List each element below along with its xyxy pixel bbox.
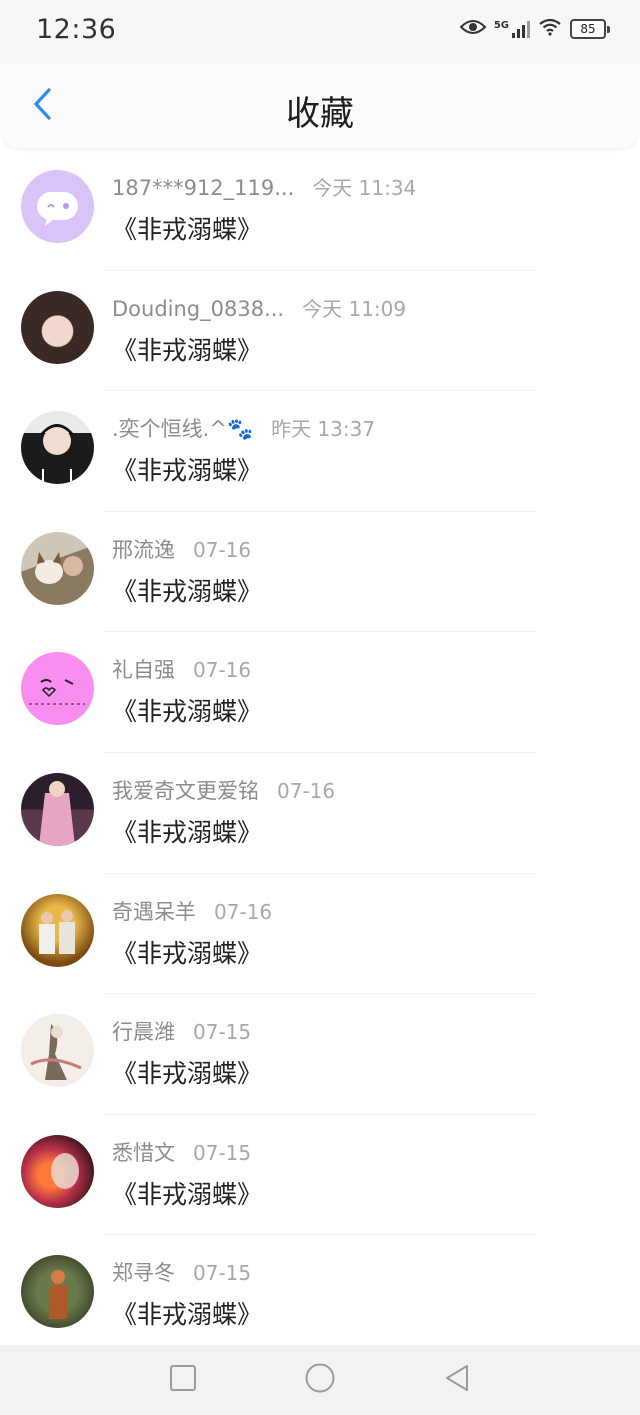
wifi-icon [538,18,562,40]
user-name[interactable]: 我爱奇文更爱铭 [112,775,259,805]
book-title[interactable]: 《非戎溺蝶》 [112,692,262,728]
user-name[interactable]: 悉惜文 [112,1137,175,1167]
user-name[interactable]: .奕个恒线.^🐾 [112,413,253,443]
user-photo-avatar[interactable] [21,893,94,967]
user-photo-avatar[interactable] [21,1014,94,1088]
home-button[interactable] [303,1363,337,1397]
recents-button[interactable] [166,1363,200,1397]
user-photo-avatar[interactable] [21,531,94,605]
system-nav-bar [0,1345,640,1415]
user-name[interactable]: 郑寻冬 [112,1257,175,1287]
item-meta: 礼自强 07-16 [112,654,251,684]
status-bar: 12:36 5G 85 [0,0,640,64]
user-photo-avatar[interactable] [21,1134,94,1208]
item-meta: 我爱奇文更爱铭 07-16 [112,775,335,805]
item-meta: 行晨潍 07-15 [112,1016,251,1046]
item-meta: 187***912_119... 今天 11:34 [112,172,416,201]
list-item[interactable]: 行晨潍 07-15 《非戎溺蝶》 [0,994,640,1115]
item-meta: 郑寻冬 07-15 [112,1257,251,1287]
user-photo-avatar[interactable] [21,290,94,364]
timestamp: 07-15 [193,1261,252,1286]
user-name[interactable]: 奇遇呆羊 [112,896,196,926]
list-item[interactable]: Douding_0838... 今天 11:09 《非戎溺蝶》 [0,271,640,392]
list-item[interactable]: .奕个恒线.^🐾 昨天 13:37 《非戎溺蝶》 [0,391,640,512]
timestamp: 07-16 [214,899,273,924]
book-title[interactable]: 《非戎溺蝶》 [112,1295,262,1331]
list-item[interactable]: 187***912_119... 今天 11:34 《非戎溺蝶》 [0,150,640,271]
timestamp: 今天 11:34 [312,176,417,200]
user-name[interactable]: 礼自强 [112,654,175,684]
circle-home-icon [304,1362,336,1398]
list-item[interactable]: 邢流逸 07-16 《非戎溺蝶》 [0,512,640,633]
book-title[interactable]: 《非戎溺蝶》 [112,1054,262,1090]
user-photo-avatar[interactable] [21,1255,94,1329]
book-title[interactable]: 《非戎溺蝶》 [112,210,262,246]
list-item[interactable]: 奇遇呆羊 07-16 《非戎溺蝶》 [0,874,640,995]
pink-sticker-avatar[interactable] [21,652,94,726]
timestamp: 07-16 [193,537,252,562]
item-meta: .奕个恒线.^🐾 昨天 13:37 [112,413,375,443]
item-meta: 邢流逸 07-16 [112,534,251,564]
triangle-back-icon [443,1363,471,1397]
user-name[interactable]: Douding_0838... [112,297,284,321]
book-title[interactable]: 《非戎溺蝶》 [112,934,262,970]
book-title[interactable]: 《非戎溺蝶》 [112,813,262,849]
item-meta: Douding_0838... 今天 11:09 [112,293,406,322]
user-name[interactable]: 邢流逸 [112,534,175,564]
timestamp: 07-15 [193,1020,252,1045]
timestamp: 昨天 13:37 [271,417,376,442]
header: 收藏 [2,64,638,148]
battery-icon: 85 [570,19,610,39]
user-name[interactable]: 187***912_119... [112,176,294,200]
eye-icon [459,18,487,40]
list-item[interactable]: 郑寻冬 07-15 《非戎溺蝶》 [0,1235,640,1356]
user-name[interactable]: 行晨潍 [112,1016,175,1046]
list-item[interactable]: 礼自强 07-16 《非戎溺蝶》 [0,632,640,753]
status-time: 12:36 [36,14,117,45]
favorites-list: 187***912_119... 今天 11:34 《非戎溺蝶》 Douding… [0,150,640,1356]
chat-bubble-avatar[interactable] [21,170,94,243]
signal-icon: 5G [494,20,530,38]
book-title[interactable]: 《非戎溺蝶》 [112,451,262,487]
user-photo-avatar[interactable] [21,772,94,846]
book-title[interactable]: 《非戎溺蝶》 [112,1175,262,1211]
timestamp: 07-16 [277,778,336,803]
book-title[interactable]: 《非戎溺蝶》 [112,572,262,608]
timestamp: 07-16 [193,658,252,683]
item-meta: 奇遇呆羊 07-16 [112,896,272,926]
back-nav-button[interactable] [440,1363,474,1397]
user-photo-avatar[interactable] [21,411,94,485]
page-title: 收藏 [286,94,354,134]
timestamp: 今天 11:09 [302,296,407,321]
square-recents-icon [169,1364,197,1396]
status-icons: 5G 85 [459,18,610,40]
network-type: 5G [493,20,509,31]
book-title[interactable]: 《非戎溺蝶》 [112,331,262,367]
list-item[interactable]: 悉惜文 07-15 《非戎溺蝶》 [0,1115,640,1236]
list-item[interactable]: 我爱奇文更爱铭 07-16 《非戎溺蝶》 [0,753,640,874]
timestamp: 07-15 [193,1140,252,1165]
item-meta: 悉惜文 07-15 [112,1137,251,1167]
